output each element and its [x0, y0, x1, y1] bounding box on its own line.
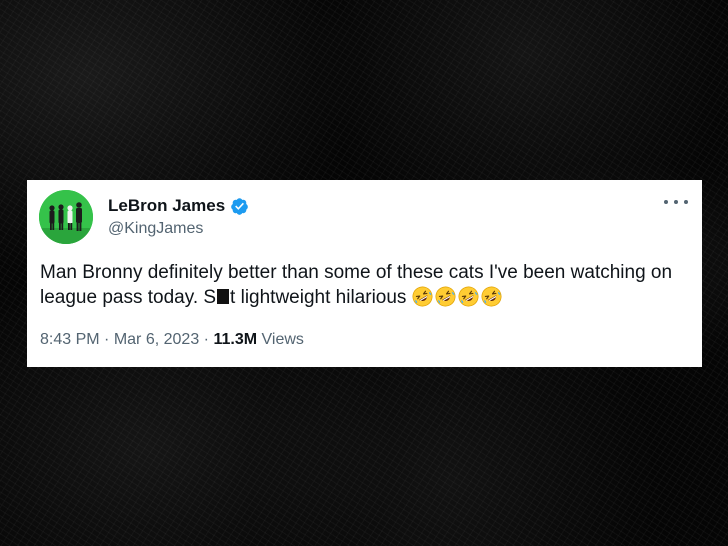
author-handle[interactable]: @KingJames: [108, 219, 203, 239]
tweet-text-part2: t lightweight hilarious: [230, 287, 407, 308]
author-display-name[interactable]: LeBron James: [108, 196, 225, 216]
redaction-bar: [217, 289, 230, 304]
views-label: Views: [261, 331, 304, 348]
rofl-emoji-icon: [412, 286, 433, 307]
rofl-emoji-icon: [481, 286, 502, 307]
meta-separator: ·: [104, 331, 110, 348]
verified-badge-icon: [230, 197, 249, 216]
tweet-text: Man Bronny definitely better than some o…: [40, 260, 695, 310]
tweet-card[interactable]: LeBron James @KingJames Man Bronny defin…: [27, 180, 702, 367]
tweet-time[interactable]: 8:43 PM: [40, 331, 100, 348]
views-count[interactable]: 11.3M: [213, 331, 257, 348]
rofl-emoji-icon: [458, 286, 479, 307]
tweet-meta: 8:43 PM · Mar 6, 2023 · 11.3M Views: [40, 330, 304, 350]
emoji-group: [412, 286, 502, 307]
author-name-row: LeBron James: [108, 196, 249, 216]
more-options-icon[interactable]: [664, 192, 688, 212]
rofl-emoji-icon: [435, 286, 456, 307]
avatar[interactable]: [39, 190, 93, 244]
tweet-date[interactable]: Mar 6, 2023: [114, 331, 199, 348]
meta-separator: ·: [203, 331, 209, 348]
